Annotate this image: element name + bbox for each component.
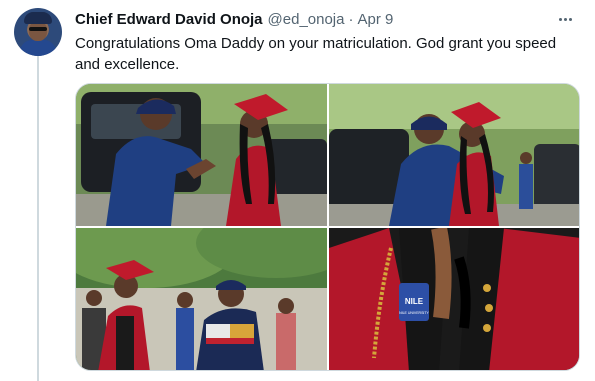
more-options-icon[interactable] xyxy=(555,9,575,29)
badge-subtext: NILE UNIVERSITY xyxy=(399,311,429,315)
photo-2[interactable] xyxy=(329,84,579,226)
photo-1[interactable] xyxy=(76,84,327,226)
photo-4[interactable]: NILE NILE UNIVERSITY xyxy=(329,228,579,370)
author-handle[interactable]: @ed_onoja xyxy=(268,11,345,28)
thread-line xyxy=(37,56,39,381)
author-name[interactable]: Chief Edward David Onoja xyxy=(75,11,263,28)
photo-3[interactable] xyxy=(76,228,327,370)
tweet-header: Chief Edward David Onoja @ed_onoja · Apr… xyxy=(75,9,575,29)
media-grid: NILE NILE UNIVERSITY xyxy=(75,83,580,371)
badge-text: NILE xyxy=(405,297,424,306)
header-separator: · xyxy=(348,10,354,28)
tweet-date[interactable]: Apr 9 xyxy=(358,11,394,28)
avatar[interactable] xyxy=(14,8,62,56)
tweet-text: Congratulations Oma Daddy on your matric… xyxy=(75,35,557,73)
